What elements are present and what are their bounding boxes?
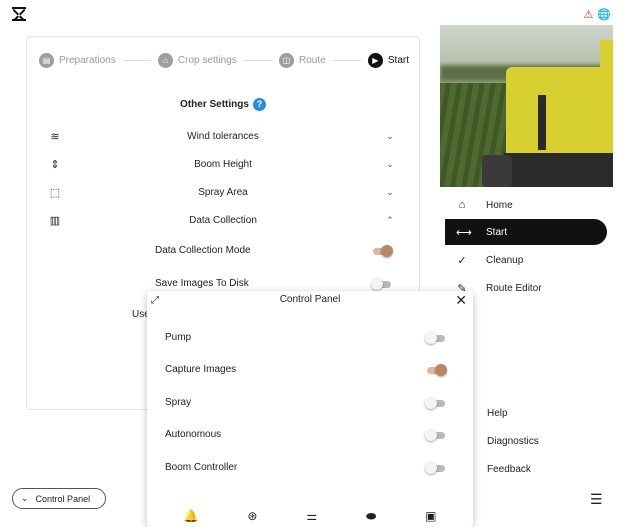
pump-row: Pump [165, 330, 447, 346]
step-connector [332, 59, 361, 61]
control-panel-dialog: ⤢ Control Panel ✕ Pump Capture Images Sp… [147, 291, 473, 527]
step-label: Route [299, 54, 326, 66]
step-label: Preparations [59, 54, 116, 66]
stepper: ▤ Preparations ⌂ Crop settings ◫ Route ▶… [39, 52, 409, 68]
row-label: Data Collection [189, 214, 257, 226]
sliders-icon[interactable]: ⚌ [306, 509, 317, 523]
data-collection-icon: ▥ [49, 214, 61, 227]
spray-row: Spray [165, 395, 447, 411]
nav-item-cleanup[interactable]: ✓ Cleanup [445, 247, 607, 273]
nav-item-diagnostics[interactable]: Diagnostics [487, 436, 539, 447]
step-route[interactable]: ◫ Route [279, 52, 326, 68]
row-label: Spray Area [198, 186, 248, 198]
nav-label: Start [486, 226, 508, 238]
step-connector [243, 59, 272, 61]
toggle-icon[interactable]: ⬬ [366, 509, 376, 524]
spray-area-icon: ⬚ [49, 186, 61, 199]
save-images-toggle[interactable] [371, 278, 393, 290]
app-logo-icon [12, 7, 26, 21]
route-icon: ◫ [279, 52, 294, 68]
step-preparations[interactable]: ▤ Preparations [39, 52, 116, 68]
capture-images-toggle[interactable] [425, 364, 447, 376]
spray-area-row[interactable]: ⬚ Spray Area ⌄ [47, 182, 397, 202]
chevron-down-icon[interactable]: ⌄ [383, 131, 397, 142]
nav-item-feedback[interactable]: Feedback [487, 464, 531, 475]
toggle-label: Save Images To Disk [155, 278, 249, 289]
row-label: Boom Height [194, 158, 252, 170]
chevron-down-icon[interactable]: ⌄ [383, 159, 397, 170]
chevron-up-icon[interactable]: ⌃ [383, 215, 397, 226]
menu-icon[interactable]: ☰ [590, 491, 603, 508]
step-label: Start [387, 54, 409, 66]
other-settings-title: Other Settings? [27, 98, 419, 111]
steering-wheel-icon[interactable]: ⊛ [247, 509, 257, 523]
broom-icon: ✓ [457, 254, 467, 267]
nav-item-help[interactable]: Help [487, 408, 508, 419]
data-collection-row[interactable]: ▥ Data Collection ⌃ [47, 210, 397, 230]
play-icon: ▶ [367, 52, 383, 68]
panel-row-label: Boom Controller [165, 462, 238, 473]
boom-height-icon: ⇕ [50, 158, 60, 171]
wifi-status-icon[interactable]: ⚠︎ [583, 8, 593, 21]
row-label: Wind tolerances [187, 130, 259, 142]
data-collection-mode-toggle[interactable] [371, 245, 393, 257]
nav-label: Cleanup [486, 254, 524, 266]
chevron-down-icon[interactable]: ⌄ [383, 187, 397, 198]
clipboard-icon: ▤ [39, 52, 54, 68]
status-area: ⚠︎ 🌐 [583, 8, 611, 21]
boom-controller-row: Boom Controller [165, 460, 447, 476]
control-panel-title: Control Panel [279, 294, 341, 305]
image-icon[interactable]: ▣ [425, 509, 436, 523]
boom-height-row[interactable]: ⇕ Boom Height ⌄ [47, 154, 397, 174]
boom-controller-toggle[interactable] [425, 462, 447, 474]
bell-icon[interactable]: 🔔 [183, 509, 198, 523]
chevron-down-icon: ⌄ [21, 493, 29, 503]
nav-label: Home [486, 199, 513, 211]
capture-images-row: Capture Images [165, 362, 447, 378]
wind-tolerances-row[interactable]: ≋ Wind tolerances ⌄ [47, 126, 397, 146]
nav-item-home[interactable]: ⌂ Home [445, 192, 607, 218]
robot-hero-image [440, 25, 613, 187]
help-icon[interactable]: ? [252, 98, 266, 111]
crop-icon: ⌂ [157, 52, 173, 68]
control-panel-tabbar: 🔔 ⊛ ⚌ ⬬ ▣ [147, 507, 473, 525]
step-crop-settings[interactable]: ⌂ Crop settings [157, 52, 237, 68]
toggle-label: Data Collection Mode [155, 245, 251, 256]
panel-row-label: Pump [165, 332, 192, 343]
control-panel-toggle-button[interactable]: ⌄ Control Panel [12, 488, 106, 509]
nav-label: Route Editor [486, 282, 542, 294]
home-icon: ⌂ [458, 199, 466, 211]
autonomous-toggle[interactable] [425, 429, 447, 441]
data-collection-mode-row: Data Collection Mode [27, 242, 421, 260]
step-label: Crop settings [177, 54, 237, 66]
spray-toggle[interactable] [425, 397, 447, 409]
nav-item-start[interactable]: ⟷ Start [445, 219, 607, 245]
step-connector [122, 59, 151, 61]
autonomous-row: Autonomous [165, 427, 447, 443]
chip-label: Control Panel [35, 493, 91, 504]
panel-row-label: Autonomous [165, 429, 222, 440]
step-start[interactable]: ▶ Start [367, 52, 409, 68]
pump-toggle[interactable] [425, 332, 447, 344]
close-icon[interactable]: ✕ [455, 293, 467, 307]
panel-row-label: Capture Images [165, 364, 237, 375]
arrows-icon: ⟷ [456, 226, 472, 239]
wind-icon: ≋ [50, 130, 60, 143]
panel-row-label: Spray [165, 397, 192, 408]
globe-icon[interactable]: 🌐 [597, 8, 611, 21]
